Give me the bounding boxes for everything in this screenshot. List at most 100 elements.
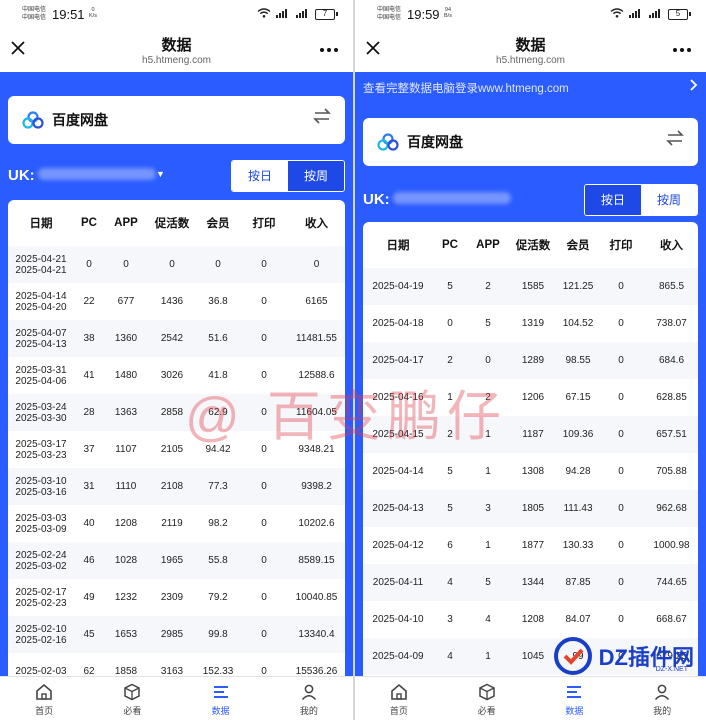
- uk-account-blurred[interactable]: [38, 168, 156, 180]
- table-cell: 98.2: [208, 518, 228, 529]
- table-cell: 962.68: [643, 490, 698, 527]
- table-cell: 0: [261, 666, 267, 676]
- table-cell: 79.2: [208, 592, 228, 603]
- more-button[interactable]: [319, 37, 339, 58]
- carrier-label: 中国电信 中国电信: [22, 6, 46, 22]
- table-cell: 0: [261, 592, 267, 603]
- bottom-navigation: 首页 必看 数据 我的: [355, 676, 706, 720]
- column-header: 日期: [29, 218, 53, 230]
- table-cell: 5: [433, 268, 467, 305]
- date-end: 2025-03-09: [15, 523, 67, 535]
- table-cell: 1208: [114, 518, 138, 529]
- more-button[interactable]: [672, 37, 692, 58]
- uk-account-row: UK: 按日 按周: [363, 184, 698, 216]
- table-row: 2025-03-10 2025-03-16 31 1110 2108 77.3 0 9398.…: [8, 468, 345, 505]
- table-cell: 5: [433, 490, 467, 527]
- pc-login-notice[interactable]: 查看完整数据电脑登录www.htmeng.com: [363, 80, 698, 98]
- table-cell: 1: [485, 540, 491, 551]
- network-speed: 94 B/s: [444, 7, 452, 19]
- table-cell: 684.6: [643, 342, 698, 379]
- carrier-line: 中国电信: [377, 15, 402, 21]
- app-selector-card[interactable]: 百度网盘: [8, 96, 345, 144]
- uk-label: UK:: [363, 191, 390, 208]
- carrier-label: 中国电信 中国电信: [377, 6, 401, 22]
- table-row: 2025-03-17 2025-03-23 37 1107 2105 94.42 0 9348…: [8, 431, 345, 468]
- date-start: 2025-04-21: [15, 253, 67, 265]
- toggle-day[interactable]: 按日: [585, 185, 641, 215]
- battery-icon: 5: [668, 8, 691, 20]
- table-row: 2025-02-24 2025-03-02 46 1028 1965 55.8 0 8589.…: [8, 542, 345, 579]
- more-dots-icon: [673, 48, 691, 52]
- table-row: 2025-04-10 3 4 1208 84.07 0 668.67: [363, 601, 698, 638]
- date-end: 2025-04-21: [15, 264, 67, 276]
- date-start: 2025-02-24: [15, 549, 67, 561]
- nav-item-must-see[interactable]: 必看: [88, 677, 176, 720]
- toggle-week[interactable]: 按周: [641, 185, 697, 215]
- date-end: 2025-03-30: [15, 412, 67, 424]
- site-badge: DZ插件网 DZ-X.NET: [553, 636, 694, 676]
- baidu-netdisk-icon: [377, 133, 399, 151]
- table-cell: 0: [618, 540, 624, 551]
- table-cell: 0: [240, 542, 288, 579]
- page-title: 数据: [515, 37, 546, 54]
- nav-item-mine[interactable]: 我的: [265, 677, 353, 720]
- table-cell: 0: [240, 616, 288, 653]
- nav-item-data[interactable]: 数据: [531, 677, 619, 720]
- table-cell: 657.51: [643, 416, 698, 453]
- table-cell: 9398.2: [288, 468, 345, 505]
- column-header: PC: [442, 239, 458, 251]
- column-header: PC: [81, 217, 97, 229]
- table-cell: 1: [447, 392, 453, 403]
- table-cell: 0: [467, 342, 509, 379]
- nav-item-home[interactable]: 首页: [355, 677, 443, 720]
- app-selector-card[interactable]: 百度网盘: [363, 118, 698, 166]
- table-cell: 2542: [148, 320, 196, 357]
- table-cell: 28: [74, 394, 104, 431]
- table-cell: 2025-04-18: [372, 318, 424, 329]
- table-cell: 2025-04-17: [363, 342, 433, 379]
- toggle-day[interactable]: 按日: [232, 161, 288, 191]
- nav-item-mine[interactable]: 我的: [618, 677, 706, 720]
- nav-label: 数据: [211, 706, 230, 716]
- bottom-navigation: 首页 必看 数据 我的: [0, 676, 353, 720]
- nav-item-data[interactable]: 数据: [177, 677, 265, 720]
- table-cell: 0: [618, 614, 624, 625]
- table-cell: 0: [261, 370, 267, 381]
- nav-item-must-see[interactable]: 必看: [443, 677, 531, 720]
- table-cell: 1045: [509, 638, 557, 675]
- swap-icon[interactable]: [666, 130, 684, 151]
- table-cell: 11481.55: [288, 320, 345, 357]
- table-row: 2025-04-11 4 5 1344 87.85 0 744.65: [363, 564, 698, 601]
- table-cell: 1208: [521, 614, 545, 625]
- chevron-right-icon[interactable]: [690, 78, 698, 96]
- table-row: 2025-04-07 2025-04-13 38 1360 2542 51.6 0 11481…: [8, 320, 345, 357]
- table-row: 2025-04-12 6 1 1877 130.33 0 1000.98: [363, 527, 698, 564]
- period-toggle: 按日 按周: [231, 160, 345, 192]
- table-cell: 98.55: [557, 342, 599, 379]
- date-end: 2025-02-23: [15, 597, 67, 609]
- date-start: 2025-04-14: [15, 290, 67, 302]
- date-end: 2025-02-16: [15, 634, 67, 646]
- nav-label: 数据: [565, 706, 584, 716]
- nav-label: 首页: [389, 706, 408, 716]
- table-cell: 77.3: [196, 468, 240, 505]
- uk-account-blurred[interactable]: [393, 192, 511, 204]
- table-cell: 1000.98: [653, 540, 690, 551]
- table-cell: 94.28: [565, 466, 591, 477]
- status-time: 19:59: [407, 7, 440, 22]
- nav-item-home[interactable]: 首页: [0, 677, 88, 720]
- table-cell: 0: [599, 490, 643, 527]
- table-cell: 49: [83, 592, 95, 603]
- table-cell: 41: [83, 370, 95, 381]
- table-cell: 111.43: [557, 490, 599, 527]
- toggle-week[interactable]: 按周: [288, 161, 344, 191]
- table-cell: 705.88: [656, 466, 687, 477]
- table-cell: 2025-04-21 2025-04-21: [8, 246, 74, 283]
- table-cell: 2025-04-15: [363, 416, 433, 453]
- table-row: 2025-02-10 2025-02-16 45 1653 2985 99.8 0 13340…: [8, 616, 345, 653]
- table-cell: 1344: [509, 564, 557, 601]
- dropdown-caret-icon[interactable]: ▼: [156, 169, 165, 179]
- date-end: 2025-04-13: [15, 338, 67, 350]
- swap-icon[interactable]: [313, 108, 331, 129]
- table-cell: 1: [467, 416, 509, 453]
